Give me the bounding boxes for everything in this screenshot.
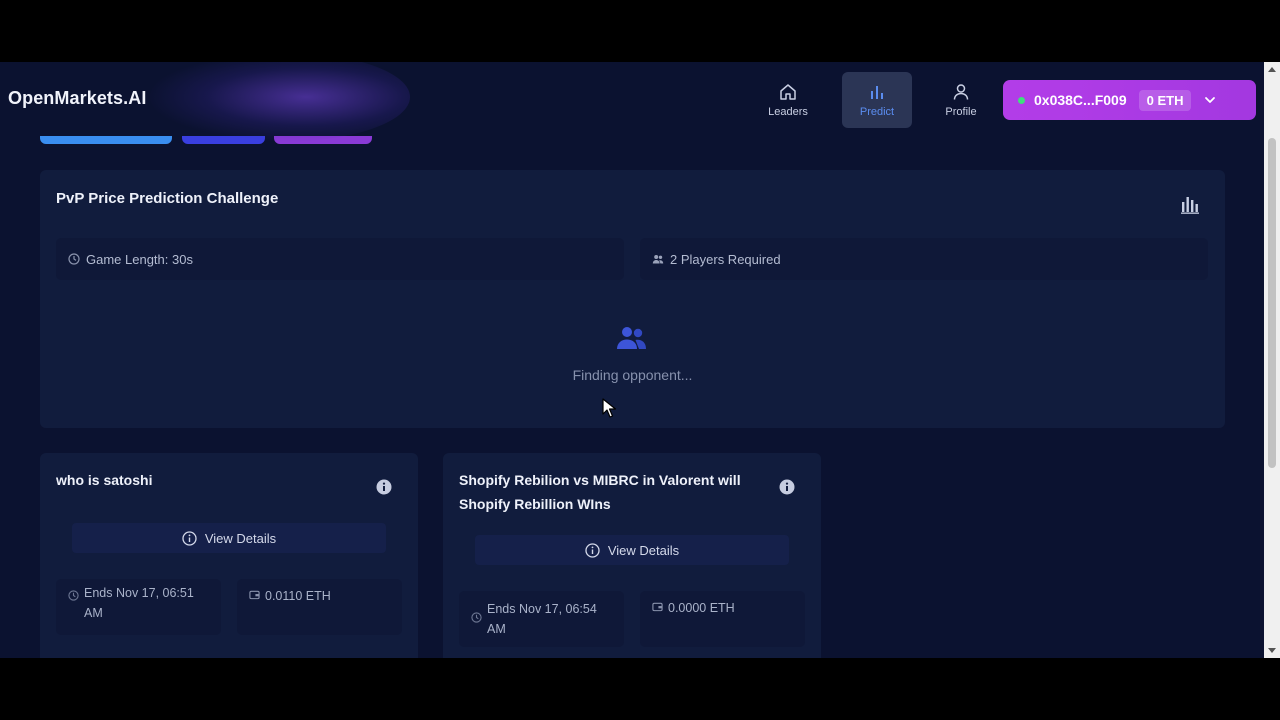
market-card[interactable]: Shopify Rebilion vs MIBRC in Valorent wi…	[443, 453, 821, 658]
view-details-label: View Details	[607, 542, 680, 558]
players-label: 2 Players Required	[670, 251, 781, 267]
brand-glow	[150, 62, 410, 142]
app-window: PvP Price Prediction Challenge Game Leng…	[0, 62, 1280, 658]
pvp-title: PvP Price Prediction Challenge	[56, 190, 279, 207]
info-icon[interactable]	[376, 479, 392, 495]
chevron-down-icon	[1205, 97, 1216, 103]
end-time-label: Ends Nov 17, 06:54 AM	[487, 602, 597, 636]
end-time: Ends Nov 17, 06:51 AM	[56, 579, 221, 635]
brand-logo[interactable]: OpenMarkets.AI	[8, 88, 146, 109]
nav-profile[interactable]: Profile	[926, 72, 996, 128]
players-stat: 2 Players Required	[640, 238, 1208, 280]
users-icon	[652, 255, 664, 264]
pvp-challenge-card: PvP Price Prediction Challenge Game Leng…	[40, 170, 1225, 428]
end-time: Ends Nov 17, 06:54 AM	[459, 591, 624, 647]
scroll-down-arrow[interactable]	[1268, 648, 1276, 653]
nav-predict[interactable]: Predict	[842, 72, 912, 128]
clock-icon	[68, 590, 79, 601]
wallet-icon	[652, 602, 663, 612]
game-length-stat: Game Length: 30s	[56, 238, 624, 280]
pool-amount-label: 0.0110 ETH	[265, 589, 331, 603]
info-circle-icon	[585, 542, 600, 558]
users-icon	[617, 327, 646, 349]
mouse-cursor-icon	[602, 398, 617, 418]
clock-icon	[471, 612, 482, 623]
market-title: Shopify Rebilion vs MIBRC in Valorent wi…	[459, 472, 741, 512]
wallet-icon	[249, 590, 260, 600]
wallet-address: 0x038C...F009	[1034, 92, 1127, 108]
info-circle-icon	[182, 530, 197, 546]
bar-chart-icon	[871, 85, 883, 99]
pool-amount: 0.0000 ETH	[640, 591, 805, 647]
end-time-label: Ends Nov 17, 06:51 AM	[84, 586, 194, 620]
nav-predict-label: Predict	[859, 105, 895, 118]
user-icon	[953, 83, 969, 100]
scroll-up-arrow[interactable]	[1268, 67, 1276, 72]
nav-profile-label: Profile	[945, 105, 977, 118]
view-details-label: View Details	[204, 530, 277, 546]
market-card[interactable]: who is satoshi View Details Ends Nov 17,…	[40, 453, 418, 658]
nav-leaders[interactable]: Leaders	[753, 72, 823, 128]
pool-amount-label: 0.0000 ETH	[668, 601, 735, 615]
nav-leaders-label: Leaders	[768, 105, 808, 118]
vertical-scrollbar[interactable]	[1264, 62, 1280, 658]
view-details-button[interactable]: View Details	[475, 535, 789, 565]
finding-opponent-status: Finding opponent...	[572, 367, 693, 383]
top-navbar: OpenMarkets.AI Leaders Predict Profile 0…	[0, 62, 1264, 142]
wallet-balance: 0 ETH	[1138, 89, 1192, 111]
info-icon[interactable]	[779, 479, 795, 495]
market-title: who is satoshi	[56, 472, 153, 488]
scrollbar-thumb[interactable]	[1268, 138, 1276, 468]
game-length-label: Game Length: 30s	[86, 251, 193, 267]
connected-status-dot	[1018, 96, 1025, 104]
bar-chart-icon[interactable]	[1179, 193, 1201, 215]
home-icon	[780, 83, 796, 100]
view-details-button[interactable]: View Details	[72, 523, 386, 553]
pool-amount: 0.0110 ETH	[237, 579, 402, 635]
wallet-button[interactable]: 0x038C...F009 0 ETH	[1003, 80, 1256, 120]
clock-icon	[68, 253, 80, 265]
